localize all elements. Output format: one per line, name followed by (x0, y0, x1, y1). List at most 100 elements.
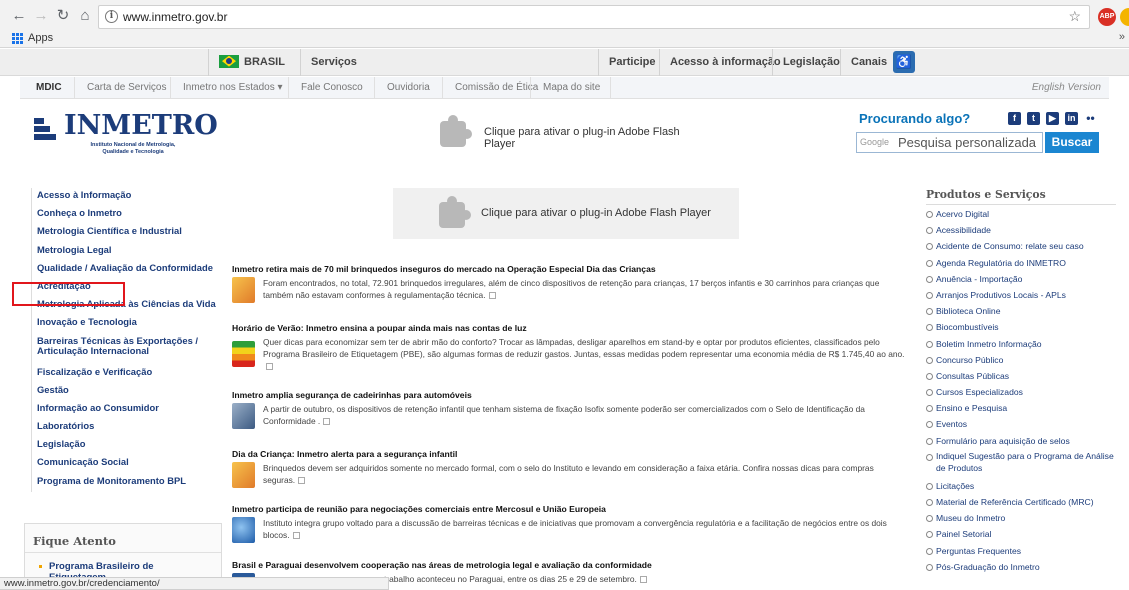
topbar-fale-conosco[interactable]: Fale Conosco (288, 77, 375, 99)
external-link-icon[interactable] (298, 477, 306, 485)
service-link[interactable]: Anuência - Importação (926, 272, 1116, 288)
service-link[interactable]: Painel Setorial (926, 527, 1116, 543)
site-info-icon[interactable]: i (105, 10, 118, 23)
news-thumbnail[interactable] (232, 517, 255, 543)
menu-informacao-consumidor[interactable]: Informação ao Consumidor (31, 400, 221, 420)
service-link[interactable]: Agenda Regulatória do INMETRO (926, 256, 1116, 272)
extension-icon[interactable] (1120, 8, 1129, 26)
linkedin-icon[interactable]: in (1065, 112, 1078, 125)
twitter-icon[interactable]: t (1027, 112, 1040, 125)
external-link-icon[interactable] (323, 418, 331, 426)
center-flash-text: Clique para ativar o plug-in Adobe Flash… (481, 207, 711, 219)
news-title[interactable]: Dia da Criança: Inmetro alerta para a se… (232, 449, 908, 459)
service-link[interactable]: Boletim Inmetro Informação (926, 337, 1116, 353)
news-title[interactable]: Inmetro retira mais de 70 mil brinquedos… (232, 264, 908, 274)
service-link[interactable]: Concurso Público (926, 353, 1116, 369)
menu-metrologia-cientifica[interactable]: Metrologia Científica e Industrial (31, 224, 221, 243)
service-link[interactable]: Biblioteca Online (926, 304, 1116, 320)
back-arrow-icon[interactable]: ← (10, 7, 28, 25)
search-button[interactable]: Buscar (1045, 132, 1099, 153)
gov-participe-link[interactable]: Participe (598, 49, 665, 76)
accessibility-icon[interactable]: ♿ (893, 51, 915, 73)
external-link-icon[interactable] (292, 532, 300, 540)
menu-fiscalizacao[interactable]: Fiscalização e Verificação (31, 364, 221, 383)
service-link[interactable]: Perguntas Frequentes (926, 544, 1116, 560)
menu-barreiras-tecnicas[interactable]: Barreiras Técnicas às Exportações / Arti… (31, 333, 221, 365)
service-link[interactable]: Licitações (926, 479, 1116, 495)
service-link[interactable]: Museu do Inmetro (926, 511, 1116, 527)
address-url[interactable]: www.inmetro.gov.br (123, 10, 227, 24)
service-link[interactable]: Pós-Graduação do Inmetro (926, 560, 1116, 576)
facebook-icon[interactable]: f (1008, 112, 1021, 125)
service-link[interactable]: Consultas Públicas (926, 369, 1116, 385)
service-link[interactable]: Material de Referência Certificado (MRC) (926, 495, 1116, 511)
reload-icon[interactable]: ↻ (54, 7, 72, 25)
english-version-link[interactable]: English Version (1032, 77, 1101, 99)
home-icon[interactable]: ⌂ (76, 7, 94, 25)
bookmarks-overflow[interactable]: » (1119, 31, 1125, 43)
menu-acesso-informacao[interactable]: Acesso à Informação (31, 188, 221, 207)
news-title[interactable]: Inmetro amplia segurança de cadeirinhas … (232, 390, 908, 400)
flickr-icon[interactable]: •• (1084, 112, 1097, 125)
menu-laboratorios[interactable]: Laboratórios (31, 419, 221, 438)
status-bar-url: www.inmetro.gov.br/credenciamento/ (0, 577, 389, 590)
service-link[interactable]: Formulário para aquisição de selos (926, 434, 1116, 450)
topbar-ouvidoria[interactable]: Ouvidoria (374, 77, 442, 99)
header-flash-placeholder[interactable]: Clique para ativar o plug-in Adobe Flash… (440, 113, 700, 153)
external-link-icon[interactable] (639, 576, 647, 584)
news-body-text: Foram encontrados, no total, 72.901 brin… (263, 278, 880, 300)
service-link[interactable]: Arranjos Produtivos Locais - APLs (926, 288, 1116, 304)
topbar-inmetro-estados[interactable]: Inmetro nos Estados ▾ (170, 77, 295, 99)
gov-servicos-link[interactable]: Serviços (300, 49, 598, 76)
energy-label-thumbnail[interactable] (232, 341, 255, 367)
menu-legislacao[interactable]: Legislação (31, 437, 221, 456)
apps-bookmark[interactable]: Apps (28, 32, 53, 44)
menu-comunicacao-social[interactable]: Comunicação Social (31, 455, 221, 474)
news-thumbnail[interactable] (232, 403, 255, 429)
service-link[interactable]: Cursos Especializados (926, 385, 1116, 401)
menu-conheca-inmetro[interactable]: Conheça o Inmetro (31, 206, 221, 225)
service-link[interactable]: Indiquel Sugestão para o Programa de Aná… (926, 450, 1116, 479)
news-title[interactable]: Inmetro participa de reunião para negoci… (232, 504, 908, 514)
youtube-icon[interactable]: ▶ (1046, 112, 1059, 125)
news-title[interactable]: Brasil e Paraguai desenvolvem cooperação… (232, 560, 908, 570)
external-link-icon[interactable] (488, 292, 496, 300)
gov-acesso-link[interactable]: Acesso à informação (659, 49, 791, 76)
products-services-title: Produtos e Serviços (926, 188, 1046, 201)
news-title[interactable]: Horário de Verão: Inmetro ensina a poupa… (232, 323, 908, 333)
menu-gestao[interactable]: Gestão (31, 382, 221, 401)
brazil-flag-icon (219, 54, 239, 68)
service-link[interactable]: Acessibilidade (926, 223, 1116, 239)
news-body: A partir de outubro, os dispositivos de … (263, 403, 908, 427)
center-flash-placeholder[interactable]: Clique para ativar o plug-in Adobe Flash… (393, 188, 739, 239)
news-thumbnail[interactable] (232, 462, 255, 488)
topbar-mdic[interactable]: MDIC (24, 77, 74, 99)
news-thumbnail[interactable] (232, 277, 255, 303)
adblock-extension-icon[interactable]: ABP (1098, 8, 1116, 26)
menu-qualidade[interactable]: Qualidade / Avaliação da Conformidade (31, 260, 221, 279)
service-link[interactable]: Ensino e Pesquisa (926, 401, 1116, 417)
gov-canais-link[interactable]: Canais (840, 49, 897, 76)
bookmark-star-icon[interactable]: ☆ (1068, 8, 1081, 25)
apps-grid-icon[interactable] (12, 33, 23, 44)
search-input[interactable]: Google Pesquisa personalizada (856, 132, 1043, 153)
menu-inovacao[interactable]: Inovação e Tecnologia (31, 315, 221, 334)
gov-brasil-link[interactable]: BRASIL (208, 49, 300, 76)
menu-programa-bpl[interactable]: Programa de Monitoramento BPL (31, 473, 221, 492)
service-link[interactable]: Biocombustíveis (926, 320, 1116, 336)
header-flash-text: Clique para ativar o plug-in Adobe Flash… (484, 126, 680, 150)
topbar-mapa-site[interactable]: Mapa do site (530, 77, 612, 99)
service-link[interactable]: Eventos (926, 417, 1116, 433)
external-link-icon[interactable] (266, 363, 273, 371)
service-link[interactable]: Acervo Digital (926, 207, 1116, 223)
gov-legislacao-link[interactable]: Legislação (772, 49, 850, 76)
menu-metrologia-legal[interactable]: Metrologia Legal (31, 242, 221, 261)
news-item: Inmetro retira mais de 70 mil brinquedos… (232, 264, 908, 303)
inmetro-logo[interactable]: INMETRO Instituto Nacional de Metrologia… (34, 110, 218, 155)
service-link[interactable]: Acidente de Consumo: relate seu caso (926, 239, 1116, 255)
address-bar[interactable]: i www.inmetro.gov.br ☆ (98, 5, 1090, 29)
forward-arrow-icon[interactable]: → (32, 7, 50, 25)
flash-plugin-icon (440, 115, 472, 147)
news-item: Inmetro amplia segurança de cadeirinhas … (232, 390, 908, 429)
topbar-carta-servicos[interactable]: Carta de Serviços (74, 77, 178, 99)
